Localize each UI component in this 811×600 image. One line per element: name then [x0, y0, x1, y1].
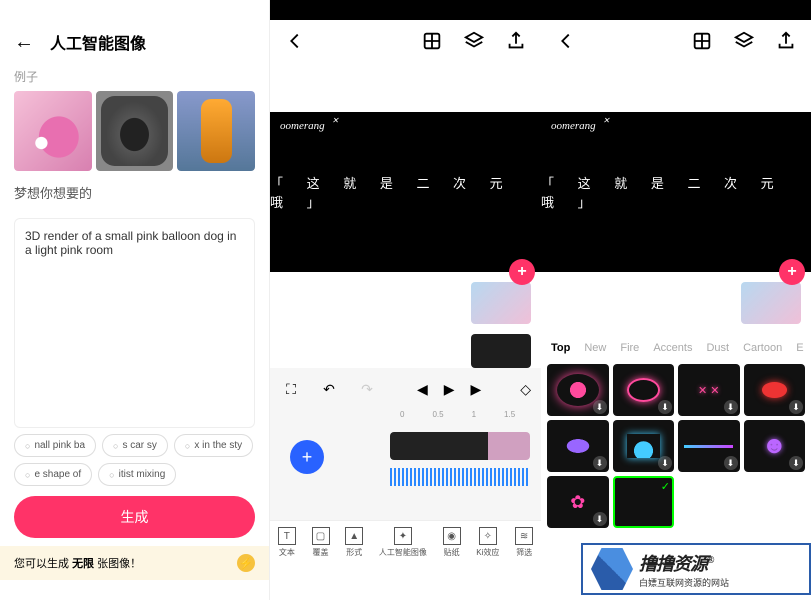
effect-item-selected[interactable]: ✓	[613, 476, 675, 528]
prev-icon[interactable]: ◀	[417, 381, 428, 398]
example-thumb[interactable]	[14, 91, 92, 171]
example-thumbnails	[0, 91, 269, 171]
effect-item[interactable]: ⬇	[744, 364, 806, 416]
effect-tab[interactable]: Cartoon	[743, 342, 782, 354]
examples-label: 例子	[0, 64, 269, 91]
generate-button[interactable]: 生成	[14, 496, 255, 538]
boomerang-overlay[interactable]: oomerang	[280, 120, 325, 132]
suggestion-chips-row: nall pink ba s car sy x in the sty e sha…	[0, 434, 269, 486]
effect-item[interactable]: ⬇	[547, 364, 609, 416]
share-icon[interactable]	[505, 30, 527, 52]
video-preview[interactable]: oomerang 「 这 就 是 二 次 元 哦 」 +	[270, 112, 541, 272]
effect-tab[interactable]: Accents	[653, 342, 692, 354]
tool-sticker[interactable]: ◉贴纸	[443, 527, 461, 558]
download-icon: ⬇	[724, 400, 738, 414]
effects-grid: ⬇ ⬇ ⬇ ⬇ ⬇ ⬇ ⬇ ⬇ ⬇ ✓	[541, 360, 811, 532]
download-icon: ⬇	[789, 400, 803, 414]
clip-thumb-dark[interactable]	[471, 334, 531, 368]
layers-icon[interactable]	[733, 30, 755, 52]
time-ticks: 00.511.5	[280, 410, 531, 419]
page-title: 人工智能图像	[50, 30, 146, 54]
tool-filter[interactable]: ≋筛选	[515, 527, 533, 558]
undo-icon[interactable]: ↶	[318, 378, 340, 400]
tool-overlay[interactable]: ▢覆盖	[312, 527, 330, 558]
footer-text: 您可以生成	[14, 558, 72, 570]
effect-tab[interactable]: E	[796, 342, 803, 354]
footer-text: 张图像！	[94, 558, 141, 570]
footer-strong: 无限	[72, 558, 94, 570]
download-icon: ⬇	[789, 456, 803, 470]
footer-note: 您可以生成 无限 张图像！ ⚡	[0, 546, 269, 580]
video-caption: 「 这 就 是 二 次 元 哦 」	[541, 173, 811, 211]
tool-ai-image[interactable]: ✦人工智能图像	[379, 527, 427, 558]
video-preview[interactable]: oomerang 「 这 就 是 二 次 元 哦 」 +	[541, 112, 811, 272]
download-icon: ⬇	[658, 400, 672, 414]
back-arrow-icon[interactable]	[284, 30, 306, 52]
suggestion-chip[interactable]: nall pink ba	[14, 434, 96, 457]
grid-icon[interactable]	[691, 30, 713, 52]
add-button[interactable]: +	[779, 259, 805, 285]
effect-tab[interactable]: New	[584, 342, 606, 354]
download-icon: ⬇	[724, 456, 738, 470]
add-button[interactable]: +	[509, 259, 535, 285]
watermark: 撸撸资源® 白嫖互联网资源的网站	[581, 543, 811, 595]
grid-icon[interactable]	[421, 30, 443, 52]
download-icon: ⬇	[593, 512, 607, 526]
tool-ki-effect[interactable]: ✧Ki效应	[476, 527, 499, 558]
video-caption: 「 这 就 是 二 次 元 哦 」	[270, 173, 541, 211]
back-arrow-icon[interactable]: ←	[14, 31, 34, 54]
timeline[interactable]: 00.511.5 +	[270, 410, 541, 520]
tool-shape[interactable]: ▲形式	[345, 527, 363, 558]
example-thumb[interactable]	[177, 91, 255, 171]
prompt-input[interactable]: 3D render of a small pink balloon dog in…	[14, 218, 255, 428]
status-bar	[270, 0, 541, 20]
prompt-label: 梦想你想要的	[0, 179, 269, 208]
watermark-logo-icon	[591, 548, 633, 590]
redo-icon: ↷	[356, 378, 378, 400]
playback-controls: ⛶ ↶ ↷ ◀ ▶ ▶ ◇	[270, 368, 541, 410]
effect-item[interactable]: ⬇	[547, 420, 609, 472]
clip-row	[270, 272, 541, 334]
next-icon[interactable]: ▶	[471, 381, 482, 398]
effect-item[interactable]: ⬇	[678, 420, 740, 472]
boomerang-overlay[interactable]: oomerang	[551, 120, 596, 132]
effect-tabs: Top New Fire Accents Dust Cartoon E	[541, 334, 811, 360]
watermark-title: 撸撸资源®	[639, 550, 729, 576]
watermark-subtitle: 白嫖互联网资源的网站	[639, 576, 729, 589]
effect-item[interactable]: ⬇	[613, 420, 675, 472]
example-thumb[interactable]	[96, 91, 174, 171]
effect-tab[interactable]: Top	[551, 342, 570, 354]
checkmark-icon: ✓	[661, 480, 670, 493]
lightning-icon[interactable]: ⚡	[237, 554, 255, 572]
suggestion-chip[interactable]: x in the sty	[174, 434, 253, 457]
download-icon: ⬇	[593, 400, 607, 414]
clip-row	[541, 272, 811, 334]
back-arrow-icon[interactable]	[555, 30, 577, 52]
bottom-toolbar: T文本 ▢覆盖 ▲形式 ✦人工智能图像 ◉贴纸 ✧Ki效应 ≋筛选	[270, 520, 541, 562]
effect-item[interactable]: ⬇	[547, 476, 609, 528]
audio-waveform[interactable]	[390, 468, 530, 486]
status-bar	[541, 0, 811, 20]
tool-text[interactable]: T文本	[278, 527, 296, 558]
clip-thumb[interactable]	[741, 282, 801, 324]
timeline-add-button[interactable]: +	[290, 440, 324, 474]
suggestion-chip[interactable]: s car sy	[102, 434, 168, 457]
play-icon[interactable]: ▶	[444, 381, 455, 398]
download-icon: ⬇	[658, 456, 672, 470]
diamond-icon[interactable]: ◇	[520, 381, 531, 398]
effect-tab[interactable]: Fire	[620, 342, 639, 354]
effect-item[interactable]: ⬇	[613, 364, 675, 416]
clip-thumb[interactable]	[471, 282, 531, 324]
status-bar	[0, 0, 269, 20]
download-icon: ⬇	[593, 456, 607, 470]
effect-tab[interactable]: Dust	[706, 342, 729, 354]
suggestion-chip[interactable]: e shape of	[14, 463, 92, 486]
suggestion-chip[interactable]: itist mixing	[98, 463, 176, 486]
effect-item[interactable]: ⬇	[678, 364, 740, 416]
fullscreen-icon[interactable]: ⛶	[280, 378, 302, 400]
share-icon[interactable]	[775, 30, 797, 52]
layers-icon[interactable]	[463, 30, 485, 52]
timeline-track[interactable]	[390, 432, 530, 460]
effect-item[interactable]: ⬇	[744, 420, 806, 472]
